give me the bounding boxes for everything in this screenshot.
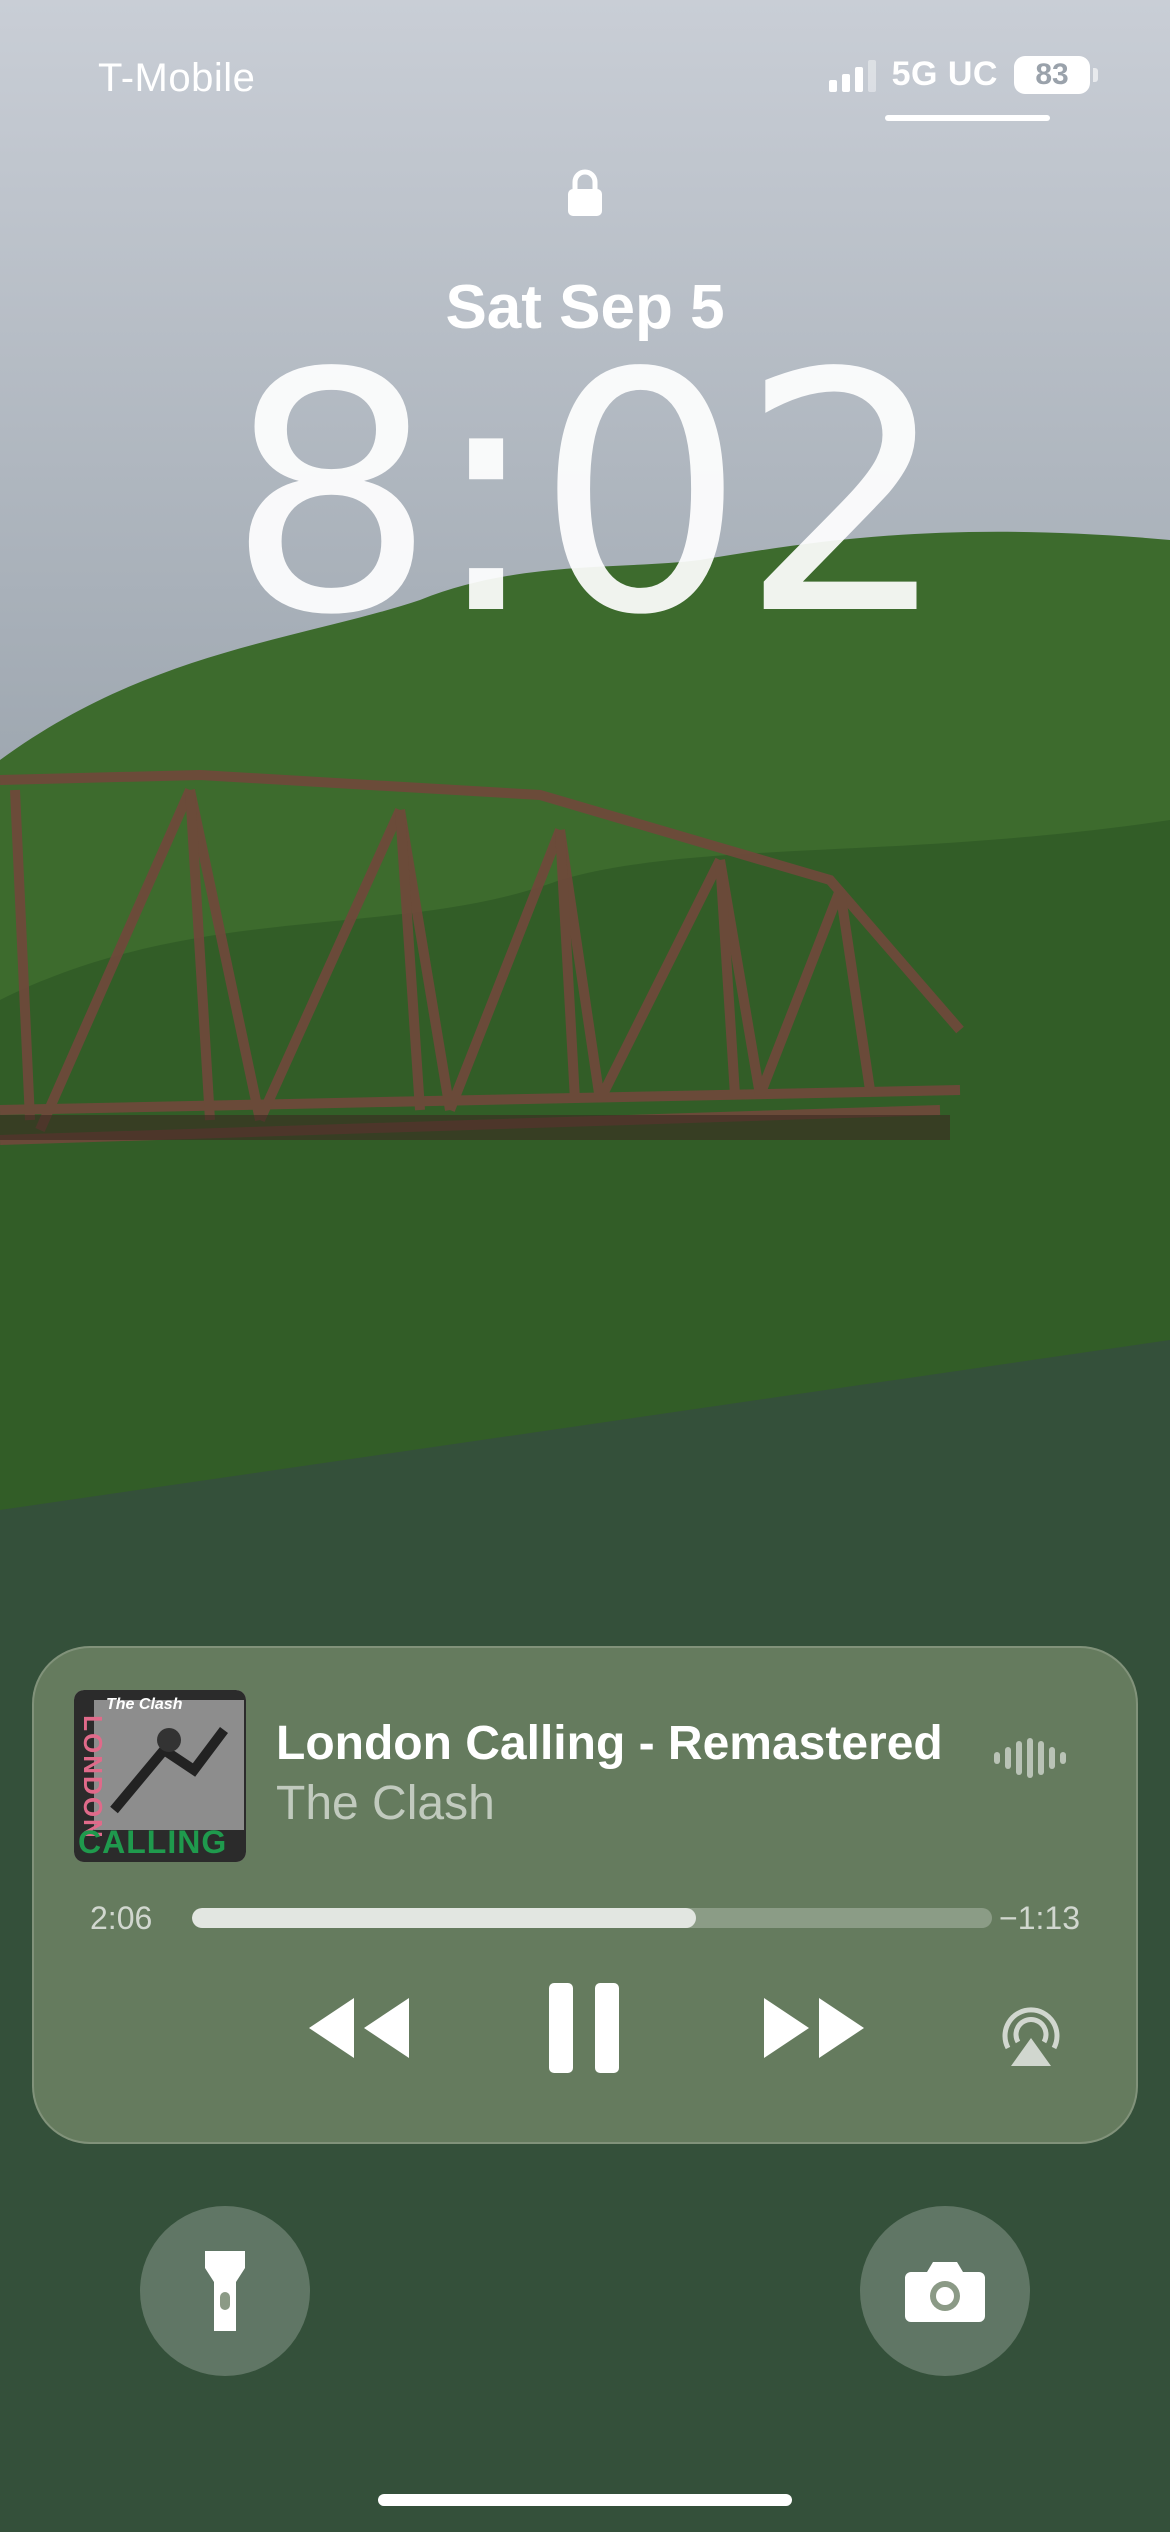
home-indicator[interactable]	[378, 2494, 792, 2506]
status-indicators: 5G UC 83	[828, 55, 1098, 94]
flashlight-icon	[205, 2251, 245, 2331]
fast-forward-icon[interactable]	[759, 1988, 869, 2068]
network-type: 5G UC	[891, 55, 998, 93]
lock-icon	[568, 169, 602, 216]
camera-icon	[905, 2262, 985, 2322]
camera-button[interactable]	[860, 2206, 1030, 2376]
carrier-name: T-Mobile	[98, 56, 256, 100]
cellular-signal-icon	[828, 58, 876, 92]
flashlight-button[interactable]	[140, 2206, 310, 2376]
album-art-side-text: LONDON	[77, 1715, 108, 1840]
track-artist: The Clash	[276, 1777, 495, 1830]
album-art[interactable]: The Clash LONDON CALLING	[74, 1690, 246, 1862]
status-underline	[885, 115, 1050, 121]
audio-waveform-icon	[994, 1738, 1066, 1778]
airplay-icon[interactable]	[996, 2000, 1066, 2070]
lock-time: 8:02	[226, 303, 949, 687]
battery-level: 83	[1035, 57, 1069, 91]
rewind-icon[interactable]	[304, 1988, 414, 2068]
battery-icon: 83	[1014, 55, 1098, 94]
track-title: London Calling - Remastered	[276, 1717, 943, 1770]
lock-screen: T-Mobile 5G UC 83 Sat Sep 5 8:02 The Cla…	[0, 0, 1170, 2532]
remaining-time: −1:13	[999, 1900, 1080, 1936]
now-playing-widget[interactable]: The Clash LONDON CALLING London Calling …	[32, 1646, 1138, 2144]
elapsed-time: 2:06	[90, 1900, 153, 1936]
playback-progress-bar[interactable]	[192, 1908, 992, 1928]
playback-progress-fill	[192, 1908, 696, 1928]
pause-icon[interactable]	[544, 1978, 624, 2078]
album-art-bottom-text: CALLING	[78, 1824, 228, 1860]
album-art-top-text: The Clash	[106, 1696, 183, 1713]
